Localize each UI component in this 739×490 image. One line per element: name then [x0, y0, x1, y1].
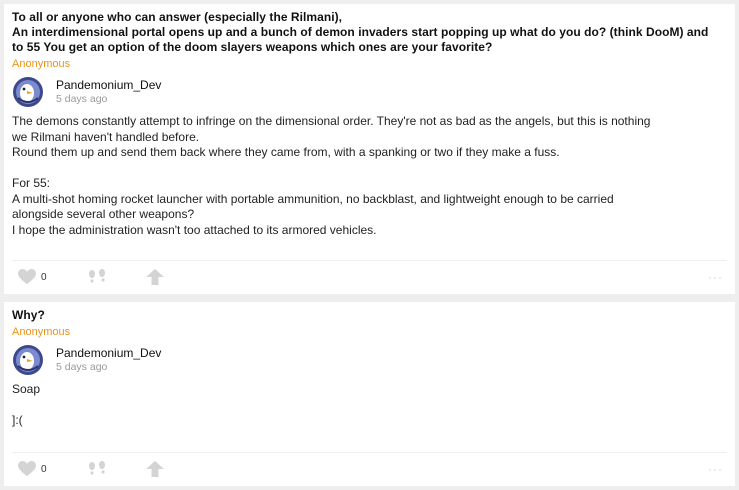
- answer-line: we Rilmani haven't handled before.: [12, 129, 200, 144]
- heart-icon: [18, 461, 36, 476]
- question-line: Why?: [12, 308, 45, 322]
- action-bar: 0 ···: [12, 452, 727, 483]
- answer-body: The demons constantly attempt to infring…: [12, 114, 727, 238]
- share-arrow-icon: [146, 269, 164, 285]
- answer-line: For 55:: [12, 176, 51, 190]
- answer-line: The demons constantly attempt to infring…: [12, 114, 651, 128]
- action-bar: 0 ···: [12, 260, 727, 291]
- answer-author: Pandemonium_Dev 5 days ago: [12, 76, 727, 110]
- more-options-button[interactable]: ···: [708, 462, 723, 476]
- like-button[interactable]: [18, 269, 36, 290]
- answer-line: alongside several other weapons?: [12, 207, 195, 221]
- author-name[interactable]: Pandemonium_Dev: [56, 78, 161, 92]
- penguin-avatar-icon: [13, 77, 43, 107]
- question-text[interactable]: To all or anyone who can answer (especia…: [12, 10, 727, 55]
- answer-body: Soap ]:(: [12, 382, 727, 429]
- answer-timestamp: 5 days ago: [56, 93, 108, 105]
- answer-line: A multi-shot homing rocket launcher with…: [12, 191, 614, 206]
- dislike-button[interactable]: [86, 461, 108, 482]
- author-name[interactable]: Pandemonium_Dev: [56, 346, 161, 360]
- dislike-button[interactable]: [86, 269, 108, 290]
- question-card: Why? Anonymous Pandemonium_Dev 5 days ag…: [4, 302, 735, 486]
- share-button[interactable]: [146, 461, 164, 482]
- thumbs-down-icon: [89, 461, 105, 475]
- more-options-button[interactable]: ···: [708, 270, 723, 284]
- asker-name: Anonymous: [12, 58, 71, 70]
- thumbs-down-icon: [89, 269, 105, 283]
- avatar[interactable]: [12, 76, 44, 108]
- avatar[interactable]: [12, 344, 44, 376]
- question-line: An interdimensional portal opens up and …: [12, 25, 709, 39]
- answer-line: ]:(: [12, 413, 23, 427]
- question-line: to 55 You get an option of the doom slay…: [12, 40, 493, 54]
- like-count: 0: [41, 272, 47, 283]
- answer-author: Pandemonium_Dev 5 days ago: [12, 344, 727, 378]
- answer-line: Round them up and send them back where t…: [12, 145, 560, 159]
- question-card: To all or anyone who can answer (especia…: [4, 4, 735, 294]
- penguin-avatar-icon: [13, 345, 43, 375]
- answer-line: Soap: [12, 382, 41, 396]
- share-button[interactable]: [146, 269, 164, 290]
- asker-name: Anonymous: [12, 326, 71, 338]
- like-count: 0: [41, 464, 47, 475]
- heart-icon: [18, 269, 36, 284]
- question-line: To all or anyone who can answer (especia…: [12, 10, 343, 24]
- answer-timestamp: 5 days ago: [56, 361, 108, 373]
- share-arrow-icon: [146, 461, 164, 477]
- like-button[interactable]: [18, 461, 36, 482]
- question-text[interactable]: Why?: [12, 308, 727, 323]
- answer-line: I hope the administration wasn't too att…: [12, 222, 377, 237]
